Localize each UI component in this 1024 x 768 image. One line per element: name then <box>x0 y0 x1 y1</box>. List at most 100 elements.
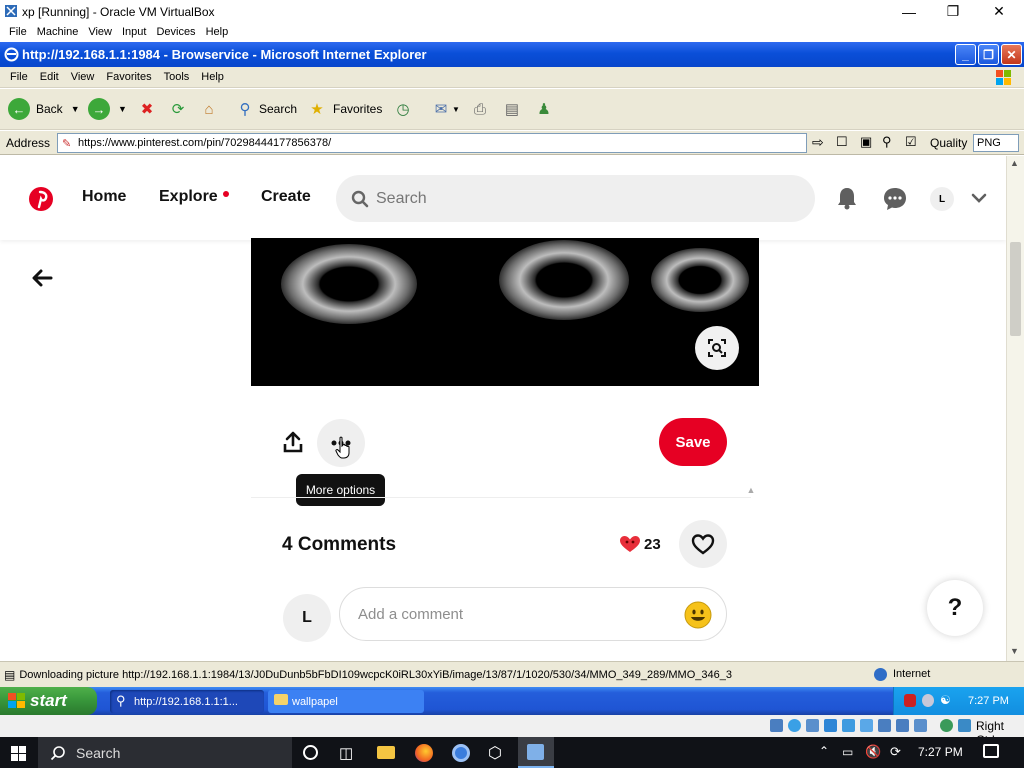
ie-menu-tools[interactable]: Tools <box>164 71 190 83</box>
vbox-menu-devices[interactable]: Devices <box>156 26 195 38</box>
find-icon[interactable]: ⚲ <box>882 134 892 150</box>
avatar[interactable]: L <box>930 187 954 211</box>
emoji-icon[interactable] <box>684 601 712 629</box>
messages-icon[interactable] <box>883 187 907 211</box>
ie-minimize-button[interactable]: _ <box>955 44 976 65</box>
vbox-disk-icon[interactable] <box>770 719 783 732</box>
ie-menu-file[interactable]: File <box>10 71 28 83</box>
tray-expand-icon[interactable]: ⌃ <box>819 744 829 758</box>
bell-icon[interactable] <box>836 186 858 210</box>
vbox-menu-view[interactable]: View <box>88 26 112 38</box>
taskbar-ie-window[interactable]: ⚲ http://192.168.1.1:1... <box>110 690 264 713</box>
edit-button[interactable]: ▤ <box>501 97 523 121</box>
home-button[interactable]: ⌂ <box>198 97 220 121</box>
visual-search-button[interactable] <box>695 326 739 370</box>
win10-taskbar: Search ◫ ⬡ ⌃ ▭ 🔇 ⟳ 7:27 PM <box>0 737 1024 768</box>
address-input[interactable]: ✎ https://www.pinterest.com/pin/70298444… <box>57 133 807 153</box>
forward-dropdown-icon[interactable]: ▼ <box>118 104 127 114</box>
back-button[interactable]: ← Back ▼ <box>8 97 80 121</box>
print-button[interactable]: ⎙ <box>469 97 491 121</box>
vbox-menu-machine[interactable]: Machine <box>37 26 79 38</box>
vbox-mouse-icon[interactable] <box>958 719 971 732</box>
edit-icon: ▤ <box>504 101 520 118</box>
messenger-button[interactable]: ♟ <box>533 97 555 121</box>
vbox-shared-folder-icon[interactable] <box>860 719 873 732</box>
refresh-button[interactable]: ⟳ <box>167 97 189 121</box>
stop-button[interactable]: ✖ <box>136 97 158 121</box>
security-center-icon[interactable] <box>922 694 934 707</box>
back-dropdown-icon[interactable]: ▼ <box>71 104 80 114</box>
maximize-button[interactable]: ❐ <box>930 0 976 23</box>
vbox-menu-input[interactable]: Input <box>122 26 146 38</box>
page-scrollbar[interactable]: ▲ ▼ <box>1006 156 1024 661</box>
address-label: Address <box>6 136 51 150</box>
status-zone: Internet <box>893 668 931 680</box>
ie-menu-view[interactable]: View <box>71 71 95 83</box>
task-view-icon[interactable]: ◫ <box>339 744 353 762</box>
save-button[interactable]: Save <box>659 418 727 466</box>
bookmark-icon[interactable]: ☐ <box>836 134 848 150</box>
virtualbox-icon <box>5 5 17 17</box>
taskbar-folder-window[interactable]: wallpapel <box>268 690 424 713</box>
scroll-down-icon[interactable]: ▼ <box>1010 646 1019 656</box>
shield-icon[interactable] <box>904 694 916 707</box>
vbox-recording-icon[interactable] <box>896 719 909 732</box>
minimize-button[interactable]: — <box>886 0 932 23</box>
network-icon[interactable]: ☯ <box>940 693 951 707</box>
vbox-guest-icon[interactable] <box>940 719 953 732</box>
ie-menu-favorites[interactable]: Favorites <box>106 71 151 83</box>
heart-reaction-icon <box>620 536 640 552</box>
ie-restore-button[interactable]: ❐ <box>978 44 999 65</box>
vbox-menu-help[interactable]: Help <box>206 26 229 38</box>
favorites-button[interactable]: ★ Favorites <box>306 97 382 121</box>
pin-image[interactable] <box>251 238 759 386</box>
search-button[interactable]: ⚲ Search <box>234 97 298 121</box>
tray-update-icon[interactable]: ⟳ <box>890 744 901 760</box>
back-arrow-icon[interactable] <box>31 269 53 287</box>
vbox-display-icon[interactable] <box>878 719 891 732</box>
help-button[interactable]: ? <box>927 580 983 636</box>
windows-start-icon[interactable] <box>11 746 26 761</box>
file-explorer-icon[interactable] <box>377 746 395 759</box>
printer-icon: ⎙ <box>473 100 486 118</box>
start-button[interactable]: start <box>0 687 97 715</box>
close-button[interactable]: ✕ <box>976 0 1022 23</box>
firefox-icon[interactable] <box>415 744 433 762</box>
scroll-thumb[interactable] <box>1010 242 1021 336</box>
nav-create[interactable]: Create <box>261 188 311 206</box>
vbox-menu-file[interactable]: File <box>9 26 27 38</box>
win-search-box[interactable]: Search <box>38 737 292 768</box>
chevron-down-icon[interactable] <box>971 192 987 204</box>
browser-icon[interactable] <box>452 744 470 762</box>
ie-close-button[interactable]: ✕ <box>1001 44 1022 65</box>
taskbar-folder-label: wallpapel <box>292 695 338 708</box>
clipboard-icon[interactable]: ☑ <box>905 134 917 150</box>
ie-menu-edit[interactable]: Edit <box>40 71 59 83</box>
share-icon[interactable] <box>283 431 303 453</box>
vbox-optical-icon[interactable] <box>788 719 801 732</box>
react-button[interactable] <box>679 520 727 568</box>
tray-volume-icon[interactable]: 🔇 <box>865 744 881 760</box>
cortana-icon[interactable] <box>303 745 318 760</box>
vbox-network-icon[interactable] <box>824 719 837 732</box>
quality-select[interactable]: PNG <box>973 134 1019 152</box>
comment-input[interactable]: Add a comment <box>339 587 727 641</box>
ie-menu-help[interactable]: Help <box>201 71 224 83</box>
zoom-icon[interactable]: ▣ <box>860 134 872 150</box>
vbox-cpu-icon[interactable] <box>914 719 927 732</box>
virtualbox-task-icon[interactable]: ⬡ <box>488 743 502 763</box>
search-input[interactable]: Search <box>336 175 815 222</box>
action-center-icon[interactable] <box>983 744 999 758</box>
scroll-up-icon[interactable]: ▲ <box>1010 158 1019 168</box>
pinterest-logo-icon[interactable] <box>28 186 54 212</box>
history-button[interactable]: ◷ <box>392 97 414 121</box>
nav-home[interactable]: Home <box>82 188 126 206</box>
vbox-audio-icon[interactable] <box>806 719 819 732</box>
mail-button[interactable]: ✉ ▼ <box>430 97 460 121</box>
vbox-usb-icon[interactable] <box>842 719 855 732</box>
forward-button[interactable]: → ▼ <box>88 97 127 121</box>
go-arrow-icon[interactable]: ⇨ <box>812 134 824 151</box>
card-scroll-up-icon[interactable]: ▲ <box>745 481 757 499</box>
nav-explore[interactable]: Explore <box>159 188 218 206</box>
tray-network-icon[interactable]: ▭ <box>842 745 853 759</box>
